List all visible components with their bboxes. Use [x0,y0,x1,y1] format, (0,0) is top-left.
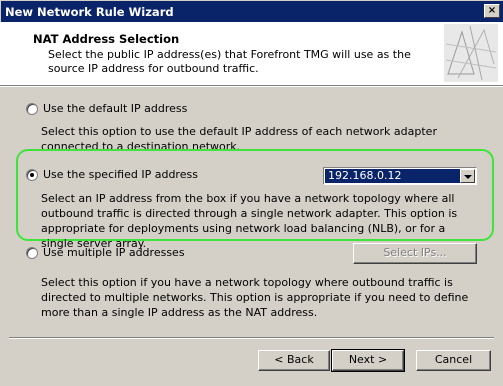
window-title-bar: New Network Rule Wizard × [0,0,503,22]
multiple-ip-radio[interactable] [26,247,38,259]
select-ips-button[interactable]: Select IPs... [353,243,477,264]
wizard-header: NAT Address Selection Select the public … [0,22,503,86]
default-ip-label: Use the default IP address [43,102,188,115]
specified-ip-radio[interactable] [26,169,38,181]
close-button[interactable]: × [484,4,500,18]
multiple-ip-label: Use multiple IP addresses [43,246,185,259]
wizard-banner-icon [444,24,498,82]
cancel-button[interactable]: Cancel [416,350,491,371]
window-title: New Network Rule Wizard [5,5,174,19]
ip-address-value: 192.168.0.12 [325,169,460,183]
page-description: Select the public IP address(es) that Fo… [48,48,411,75]
next-button[interactable]: Next > [331,349,405,372]
multiple-ip-description: Select this option if you have a network… [41,276,469,319]
specified-ip-label: Use the specified IP address [43,168,198,181]
close-icon: × [487,5,497,16]
ip-address-dropdown[interactable]: 192.168.0.12 [323,167,477,185]
specified-ip-description: Select an IP address from the box if you… [41,192,458,250]
page-title: NAT Address Selection [33,32,180,46]
back-button[interactable]: < Back [258,350,330,371]
footer-divider [9,337,494,339]
default-ip-radio[interactable] [26,103,38,115]
chevron-down-icon[interactable] [460,169,475,183]
